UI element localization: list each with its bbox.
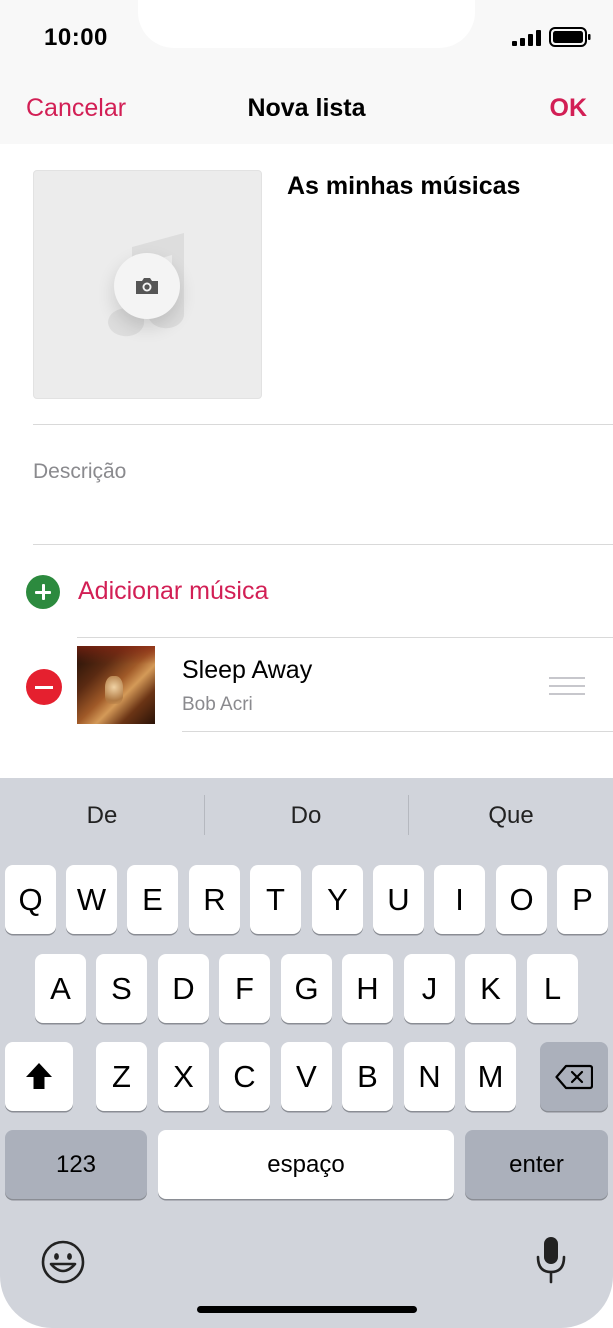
key[interactable]: W <box>66 865 117 934</box>
divider <box>182 731 613 732</box>
camera-icon <box>136 278 158 294</box>
key[interactable]: B <box>342 1042 393 1111</box>
enter-key[interactable]: enter <box>465 1130 608 1199</box>
add-song-label: Adicionar música <box>78 577 269 605</box>
nav-bar: Cancelar Nova lista OK <box>0 76 613 144</box>
key[interactable]: M <box>465 1042 516 1111</box>
add-photo-button[interactable] <box>114 253 180 319</box>
ok-button[interactable]: OK <box>550 94 588 123</box>
key[interactable]: O <box>496 865 547 934</box>
key[interactable]: F <box>219 954 270 1023</box>
emoji-icon[interactable] <box>41 1240 85 1284</box>
key[interactable]: T <box>250 865 301 934</box>
song-title: Sleep Away <box>182 656 313 684</box>
song-artist: Bob Acri <box>182 694 253 715</box>
minus-circle-icon[interactable] <box>26 669 62 705</box>
playlist-artwork[interactable] <box>33 170 262 399</box>
key[interactable]: R <box>189 865 240 934</box>
key[interactable]: L <box>527 954 578 1023</box>
status-bar: 10:00 <box>0 0 613 76</box>
key[interactable]: J <box>404 954 455 1023</box>
key[interactable]: C <box>219 1042 270 1111</box>
playlist-title-field[interactable]: As minhas músicas <box>287 172 520 201</box>
status-time: 10:00 <box>44 24 108 51</box>
add-song-button[interactable]: Adicionar música <box>26 574 586 610</box>
description-field[interactable]: Descrição <box>33 460 126 484</box>
key[interactable]: V <box>281 1042 332 1111</box>
key[interactable]: A <box>35 954 86 1023</box>
key[interactable]: D <box>158 954 209 1023</box>
suggestion-3[interactable]: Que <box>409 802 613 830</box>
key[interactable]: E <box>127 865 178 934</box>
key[interactable]: H <box>342 954 393 1023</box>
space-key[interactable]: espaço <box>158 1130 454 1199</box>
key[interactable]: X <box>158 1042 209 1111</box>
key[interactable]: S <box>96 954 147 1023</box>
shift-key[interactable] <box>5 1042 73 1111</box>
home-indicator <box>197 1306 417 1313</box>
backspace-key[interactable] <box>540 1042 608 1111</box>
key[interactable]: I <box>434 865 485 934</box>
page-title: Nova lista <box>247 94 366 122</box>
divider <box>33 424 613 425</box>
key[interactable]: G <box>281 954 332 1023</box>
suggestion-2[interactable]: Do <box>204 802 408 830</box>
key[interactable]: Q <box>5 865 56 934</box>
divider <box>33 544 613 545</box>
signal-icon <box>512 30 541 46</box>
plus-circle-icon <box>26 575 60 609</box>
shift-icon <box>26 1063 52 1089</box>
reorder-icon[interactable] <box>549 677 585 695</box>
key[interactable]: K <box>465 954 516 1023</box>
keyboard: De Do Que Q W E R T Y U I O P A S D F G … <box>0 778 613 1328</box>
key[interactable]: Y <box>312 865 363 934</box>
battery-icon <box>549 27 591 47</box>
microphone-icon[interactable] <box>535 1235 567 1285</box>
divider <box>77 637 613 638</box>
key[interactable]: N <box>404 1042 455 1111</box>
key[interactable]: U <box>373 865 424 934</box>
suggestion-1[interactable]: De <box>0 802 204 830</box>
backspace-icon <box>555 1064 593 1090</box>
notch <box>138 0 475 48</box>
album-art <box>77 646 155 724</box>
key[interactable]: P <box>557 865 608 934</box>
key[interactable]: Z <box>96 1042 147 1111</box>
numbers-key[interactable]: 123 <box>5 1130 147 1199</box>
